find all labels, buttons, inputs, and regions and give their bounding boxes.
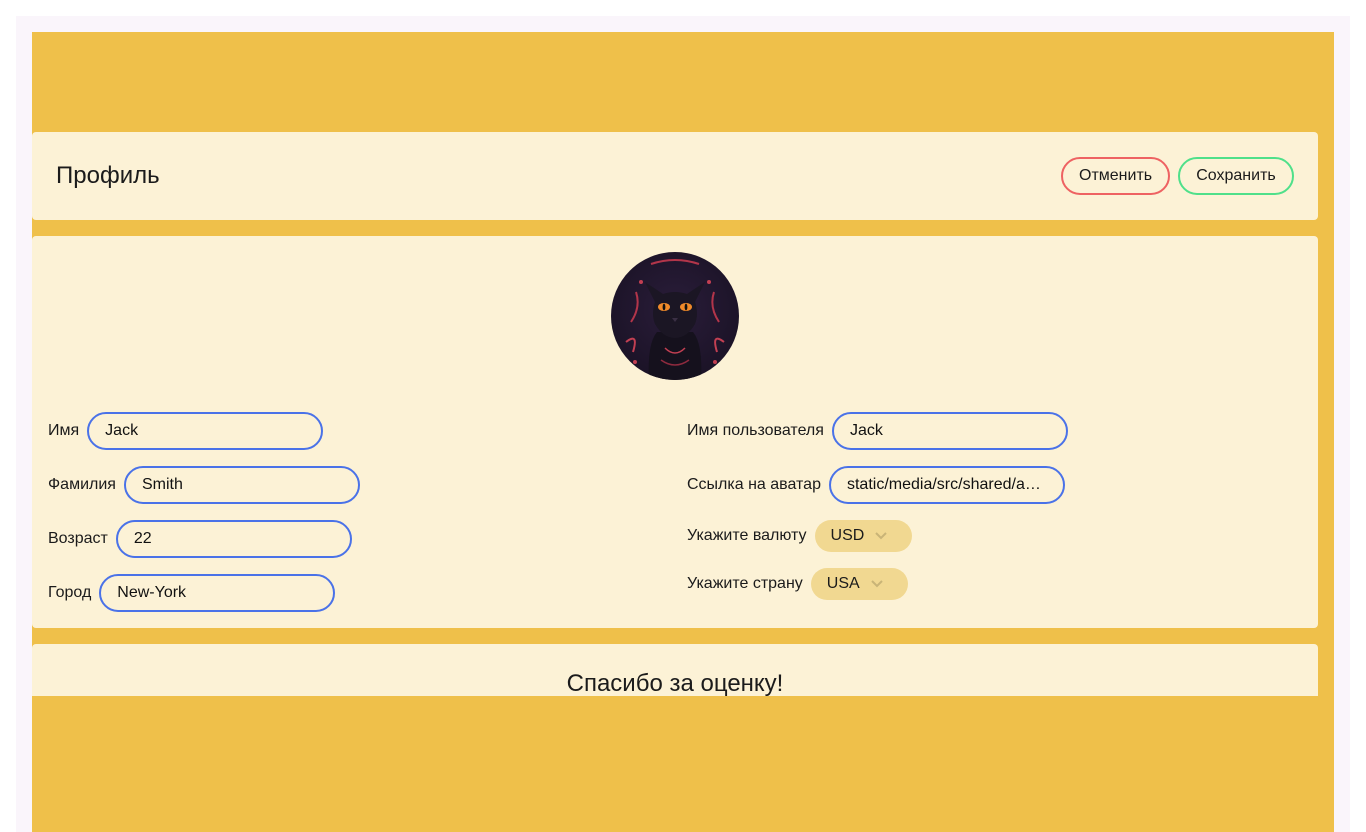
- username-label: Имя пользователя: [687, 422, 824, 439]
- city-input[interactable]: [99, 574, 336, 612]
- avatar-link-label: Ссылка на аватар: [687, 476, 821, 493]
- currency-label: Укажите валюту: [687, 527, 807, 544]
- chevron-down-icon: [875, 532, 888, 540]
- city-field: Город: [48, 574, 336, 612]
- username-input[interactable]: [831, 412, 1068, 450]
- first-name-field: Имя: [48, 412, 324, 450]
- black-cat-avatar-icon: [611, 252, 739, 380]
- avatar: [611, 252, 739, 380]
- currency-field: Укажите валюту USD: [687, 517, 912, 555]
- chevron-down-icon: [870, 580, 883, 588]
- cancel-button[interactable]: Отменить: [1061, 157, 1170, 195]
- avatar-link-field: Ссылка на аватар: [687, 466, 1065, 504]
- last-name-input[interactable]: [123, 466, 360, 504]
- save-button[interactable]: Сохранить: [1178, 157, 1294, 195]
- rating-title: Спасибо за оценку!: [566, 670, 784, 697]
- currency-select[interactable]: USD: [814, 520, 912, 552]
- profile-header: Профиль Отменить Сохранить: [32, 132, 1318, 220]
- page-title: Профиль: [56, 162, 160, 189]
- first-name-input[interactable]: [87, 412, 324, 450]
- country-value: USA: [826, 575, 860, 592]
- country-label: Укажите страну: [687, 575, 803, 592]
- username-field: Имя пользователя: [687, 412, 1068, 450]
- avatar-link-input[interactable]: [828, 466, 1065, 504]
- city-label: Город: [48, 584, 92, 601]
- app-container: Профиль Отменить Сохранить Имя Jack Фами…: [32, 32, 1334, 832]
- currency-value: USD: [830, 527, 865, 544]
- age-field: Возраст: [48, 520, 352, 558]
- country-select[interactable]: USA: [810, 568, 908, 600]
- first-name-label: Имя: [48, 422, 80, 439]
- profile-card: Имя Фамилия Возраст Город Имя пользовате…: [32, 236, 1318, 628]
- age-input[interactable]: [115, 520, 352, 558]
- rating-card: Спасибо за оценку!: [32, 644, 1318, 697]
- last-name-label: Фамилия: [48, 476, 116, 493]
- last-name-field: Фамилия: [48, 466, 360, 504]
- country-field: Укажите страну USA: [687, 565, 908, 603]
- age-label: Возраст: [48, 530, 108, 547]
